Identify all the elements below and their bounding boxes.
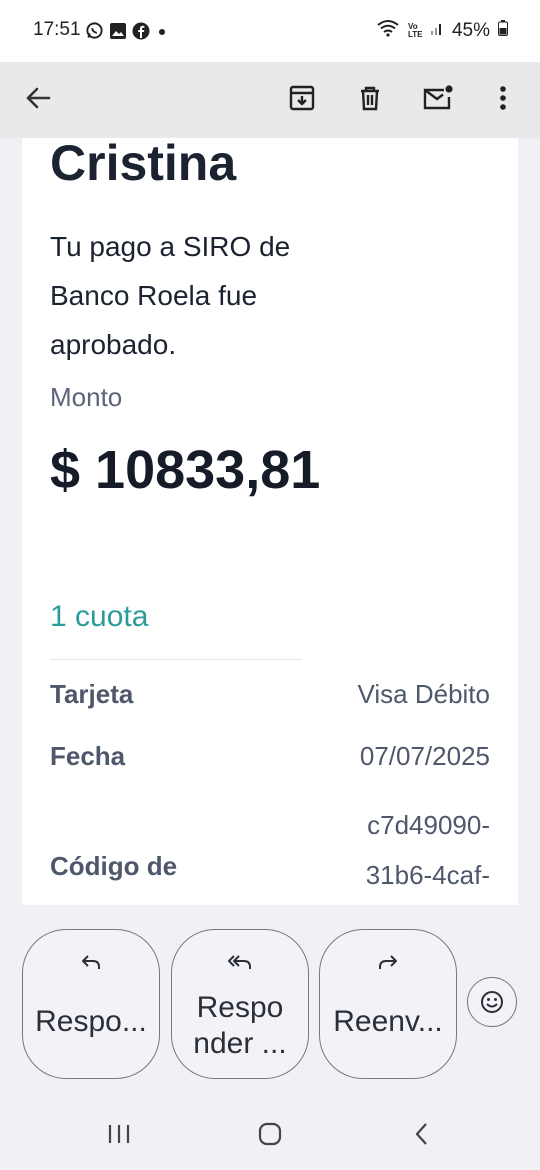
status-time: 17:51 bbox=[33, 19, 81, 40]
battery-icon bbox=[498, 20, 508, 42]
reply-label: Respo... bbox=[35, 1005, 147, 1038]
code-label: Código de bbox=[50, 851, 178, 881]
back-button[interactable] bbox=[14, 74, 62, 122]
arrow-left-icon bbox=[26, 87, 51, 109]
archive-button[interactable] bbox=[278, 74, 326, 122]
battery-percent: 45% bbox=[451, 20, 490, 41]
reply-all-label: Respo nder ... bbox=[193, 991, 287, 1060]
forward-button[interactable]: Reenv... bbox=[319, 929, 457, 1079]
recipient-name: Cristina bbox=[50, 138, 237, 191]
delete-button[interactable] bbox=[346, 74, 394, 122]
network-label: Vo LTE bbox=[407, 22, 423, 39]
home-button[interactable] bbox=[250, 1119, 290, 1149]
archive-icon bbox=[289, 85, 315, 111]
more-notifications-dot-icon bbox=[155, 22, 169, 45]
volte-icon: Vo LTE bbox=[407, 22, 423, 39]
reply-actions: Respo... Respo nder ... Reenv... bbox=[0, 905, 540, 1095]
payment-message: Tu pago a SIRO de Banco Roela fue aproba… bbox=[50, 231, 291, 360]
card-value: Visa Débito bbox=[357, 679, 491, 709]
emoji-reaction-button[interactable] bbox=[467, 977, 517, 1027]
reply-icon bbox=[80, 948, 102, 976]
smiley-icon bbox=[481, 991, 503, 1013]
app-bar bbox=[0, 62, 540, 138]
whatsapp-icon bbox=[85, 21, 104, 45]
back-nav-button[interactable] bbox=[402, 1119, 442, 1149]
card-label: Tarjeta bbox=[50, 679, 134, 709]
mark-unread-button[interactable] bbox=[414, 74, 462, 122]
more-vertical-icon bbox=[500, 86, 506, 110]
home-icon bbox=[258, 1122, 282, 1146]
divider bbox=[50, 659, 302, 660]
trash-icon bbox=[361, 86, 379, 111]
code-value: c7d49090-31b6-4caf- bbox=[365, 810, 490, 890]
more-options-button[interactable] bbox=[479, 74, 527, 122]
gallery-icon bbox=[109, 22, 127, 45]
reply-all-button[interactable]: Respo nder ... bbox=[171, 929, 309, 1079]
forward-icon bbox=[377, 948, 399, 976]
system-icons: Vo LTE 45% bbox=[376, 19, 508, 43]
facebook-icon bbox=[132, 22, 150, 45]
signal-icon bbox=[430, 20, 444, 42]
reply-all-icon bbox=[227, 948, 253, 976]
recent-apps-button[interactable] bbox=[99, 1119, 139, 1149]
wifi-icon bbox=[376, 19, 400, 43]
status-bar: 17:51 Vo LTE 45% bbox=[0, 0, 540, 62]
email-body: Cristina Tu pago a SIRO de Banco Roela f… bbox=[22, 138, 518, 905]
notification-icons bbox=[85, 21, 169, 45]
chevron-left-icon bbox=[415, 1123, 427, 1145]
forward-label: Reenv... bbox=[333, 1005, 443, 1038]
system-navigation-bar bbox=[0, 1095, 540, 1170]
amount-value: $ 10833,81 bbox=[50, 440, 321, 500]
date-label: Fecha bbox=[50, 741, 126, 771]
reply-button[interactable]: Respo... bbox=[22, 929, 160, 1079]
amount-label: Monto bbox=[50, 382, 123, 412]
mail-unread-icon bbox=[423, 85, 453, 110]
recent-apps-icon bbox=[108, 1125, 130, 1143]
installments-text: 1 cuota bbox=[50, 600, 149, 633]
date-value: 07/07/2025 bbox=[359, 741, 490, 771]
